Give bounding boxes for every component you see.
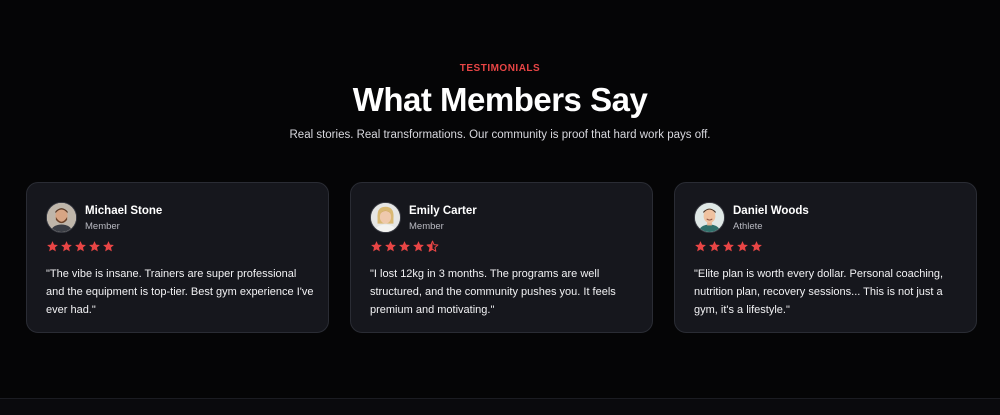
star-icon xyxy=(751,241,762,252)
avatar-man-beard-icon xyxy=(47,203,76,232)
star-icon xyxy=(695,241,706,252)
star-rating xyxy=(370,240,439,253)
star-icon xyxy=(89,241,100,252)
section-subtitle: Real stories. Real transformations. Our … xyxy=(289,129,711,141)
star-rating xyxy=(46,240,115,253)
testimonials-section: TESTIMONIALS What Members Say Real stori… xyxy=(0,0,1000,398)
star-icon xyxy=(413,241,424,252)
avatar xyxy=(694,202,725,233)
star-icon xyxy=(723,241,734,252)
member-role: Member xyxy=(409,221,444,232)
star-rating xyxy=(694,240,763,253)
star-half-icon xyxy=(426,240,439,252)
star-icon xyxy=(75,241,86,252)
star-icon xyxy=(61,241,72,252)
testimonial-quote: "I lost 12kg in 3 months. The programs a… xyxy=(370,268,616,316)
testimonial-quote: "Elite plan is worth every dollar. Perso… xyxy=(694,268,944,316)
testimonial-quote: "The vibe is insane. Trainers are super … xyxy=(46,268,314,316)
member-role: Athlete xyxy=(733,221,763,232)
member-name: Emily Carter xyxy=(409,205,477,217)
section-title: What Members Say xyxy=(352,81,648,118)
next-section-edge xyxy=(0,399,1000,415)
star-icon xyxy=(371,241,382,252)
star-icon xyxy=(709,241,720,252)
testimonial-card: Michael Stone Member "The vibe is insane… xyxy=(26,182,329,333)
member-name: Michael Stone xyxy=(85,205,163,217)
section-eyebrow: TESTIMONIALS xyxy=(459,63,541,74)
star-icon xyxy=(47,241,58,252)
star-icon xyxy=(385,241,396,252)
avatar-woman-blonde-icon xyxy=(371,203,400,232)
testimonial-card: Emily Carter Member "I lost 12kg in 3 mo… xyxy=(350,182,653,333)
member-name: Daniel Woods xyxy=(733,205,809,217)
avatar xyxy=(370,202,401,233)
avatar xyxy=(46,202,77,233)
avatar-man-smiling-icon xyxy=(695,203,724,232)
star-icon xyxy=(737,241,748,252)
testimonial-card: Daniel Woods Athlete "Elite plan is wort… xyxy=(674,182,977,333)
star-icon xyxy=(399,241,410,252)
member-role: Member xyxy=(85,221,120,232)
star-icon xyxy=(103,241,114,252)
